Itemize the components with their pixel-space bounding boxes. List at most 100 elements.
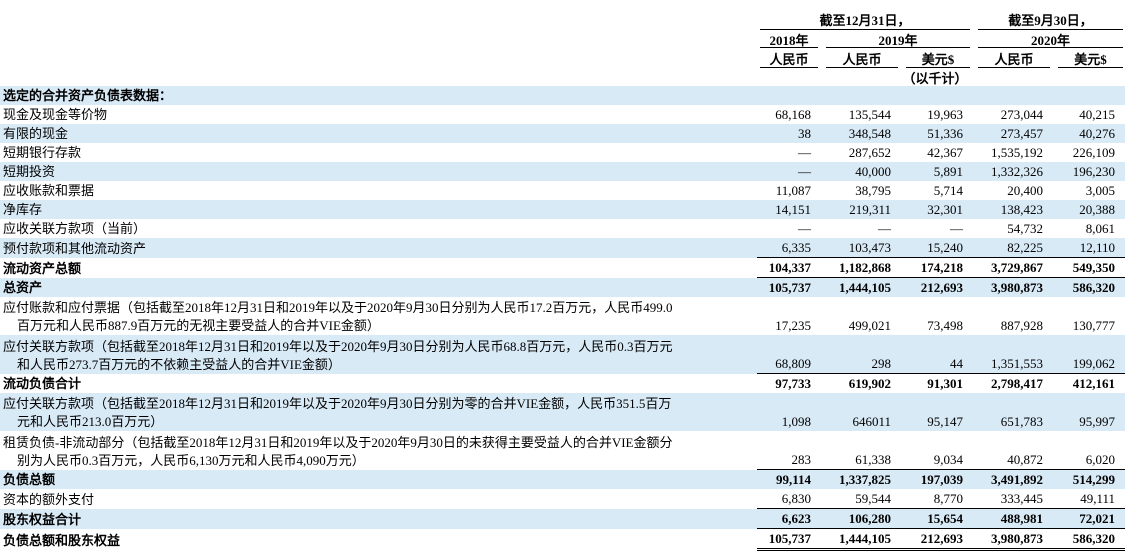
cell-value: 298 (821, 335, 901, 374)
cell-value: 32,301 (901, 200, 973, 219)
cell-value: 40,215 (1079, 107, 1115, 122)
cell-value: — (757, 162, 821, 181)
table-row: 净库存 14,151 219,311 32,301 138,423 20,388 (0, 200, 1125, 219)
table-row-total: 流动资产总额 104,337 1,182,868 174,218 3,729,8… (0, 257, 1125, 278)
table-row: 短期银行存款 — 287,652 42,367 1,535,192 226,10… (0, 143, 1125, 162)
table-row: 短期投资 — 40,000 5,891 1,332,326 196,230 (0, 162, 1125, 181)
cell-value: 38,795 (855, 183, 891, 198)
cell-value: 412,161 (1053, 373, 1125, 393)
cell-value: 196,230 (1053, 162, 1125, 181)
cell-value: 11,087 (775, 183, 811, 198)
cell-value: 15,240 (901, 238, 973, 258)
section-title: 选定的合并资产负债表数据： (0, 86, 757, 105)
cell-value: — (798, 145, 811, 160)
cell-value: 95,997 (1053, 393, 1125, 431)
cell-value: 1,098 (757, 393, 821, 431)
cell-value: 1,337,825 (821, 469, 901, 489)
cell-value: 651,783 (973, 393, 1053, 431)
row-label: 应付关联方款项（包括截至2018年12月31日和2019年以及于2020年9月3… (0, 335, 757, 374)
cell-value: 586,320 (1053, 277, 1125, 297)
cell-value: 549,350 (1053, 257, 1125, 278)
row-label: 有限的现金 (0, 124, 757, 143)
cell-value: 82,225 (973, 238, 1053, 258)
cell-value: 9,034 (933, 452, 963, 467)
cell-value: 2,798,417 (973, 373, 1053, 393)
cell-value: 1,182,868 (821, 257, 901, 278)
cell-value: 135,544 (848, 107, 891, 122)
cell-value: 1,351,553 (973, 335, 1053, 374)
cell-value: 333,445 (1000, 491, 1043, 506)
cell-value: 105,737 (757, 277, 821, 297)
header-col-usd-2019: 美元$ (921, 52, 955, 67)
header-col-rmb-2018: 人民币 (769, 52, 809, 67)
cell-value: 40,000 (821, 162, 901, 181)
table-row-total: 负债总额 99,114 1,337,825 197,039 3,491,892 … (0, 469, 1125, 489)
row-label-line2: 和人民币273.7百万元的不依赖主受益人的合并VIE金额） (17, 356, 341, 372)
cell-value: 95,147 (901, 393, 973, 431)
cell-value: 199,062 (1053, 335, 1125, 374)
cell-value: 3,980,873 (973, 528, 1053, 551)
row-label-line2: 百万元和人民币887.9百万元的无视主要受益人的合并VIE金额） (17, 318, 380, 333)
row-label: 现金及现金等价物 (3, 107, 108, 122)
table-row: 资本的额外支付 6,830 59,544 8,770 333,445 49,11… (0, 489, 1125, 509)
header-group-2019: 截至12月31日， (819, 13, 911, 28)
cell-value: 130,777 (1072, 318, 1115, 333)
row-label: 负债总额 (0, 469, 757, 489)
row-label-line1: 应付关联方款项（包括截至2018年12月31日和2019年以及于2020年9月3… (3, 396, 672, 411)
header-group-2020: 截至9月30日， (1008, 13, 1093, 28)
cell-value: 20,400 (1007, 183, 1043, 198)
cell-value: 219,311 (821, 200, 901, 219)
row-label-line2: 别为人民币0.3百万元，人民币6,130万元和人民币4,090万元） (17, 452, 365, 468)
cell-value: 1,332,326 (973, 162, 1053, 181)
header-col-rmb-2020: 人民币 (994, 52, 1034, 67)
cell-value: 586,320 (1053, 528, 1125, 551)
cell-value: 5,891 (901, 162, 973, 181)
cell-value: 14,151 (757, 200, 821, 219)
cell-value: 97,733 (757, 373, 821, 393)
row-label-line1: 应付关联方款项（包括截至2018年12月31日和2019年以及于2020年9月3… (3, 338, 673, 354)
cell-value: 3,729,867 (973, 257, 1053, 278)
cell-value: 12,110 (1053, 238, 1125, 258)
cell-value: 68,168 (775, 107, 811, 122)
section-title-row: 选定的合并资产负债表数据： (0, 86, 1125, 105)
cell-value: 104,337 (757, 257, 821, 278)
row-label: 短期投资 (0, 162, 757, 181)
header-unit-note: （以千计） (902, 71, 968, 86)
row-label: 应付关联方款项（包括截至2018年12月31日和2019年以及于2020年9月3… (0, 393, 757, 431)
table-row: 预付款项和其他流动资产 6,335 103,473 15,240 82,225 … (0, 238, 1125, 258)
cell-value: 1,535,192 (991, 145, 1043, 160)
table-header: 截至12月31日， 截至9月30日， 2018年 2019年 2020年 人民币… (0, 0, 1129, 86)
cell-value: 273,044 (1000, 107, 1043, 122)
row-label-line2: 元和人民币213.0百万元） (17, 414, 164, 429)
cell-value: 59,544 (855, 491, 891, 506)
table-row: 应付账款和应付票据（包括截至2018年12月31日和2019年以及于2020年9… (0, 297, 1125, 335)
table-row: 有限的现金 38 348,548 51,336 273,457 40,276 (0, 124, 1125, 143)
cell-value: 42,367 (927, 145, 963, 160)
cell-value: 54,732 (1007, 221, 1043, 236)
cell-value: 174,218 (901, 257, 973, 278)
cell-value: — (878, 221, 891, 236)
cell-value: 3,980,873 (973, 277, 1053, 297)
cell-value: 348,548 (821, 124, 901, 143)
cell-value: 488,981 (973, 508, 1053, 529)
cell-value: 6,830 (781, 491, 811, 506)
cell-value: 138,423 (973, 200, 1053, 219)
cell-value: 646011 (821, 393, 901, 431)
cell-value: 6,335 (757, 238, 821, 258)
row-label: 股东权益合计 (0, 508, 757, 529)
table-row: 应收关联方款项（当前） — — — 54,732 8,061 (0, 219, 1125, 238)
cell-value: 68,809 (757, 335, 821, 374)
cell-value: 99,114 (757, 469, 821, 489)
row-label: 流动负债合计 (3, 376, 82, 391)
row-label: 应收账款和票据 (3, 183, 95, 198)
cell-value: 226,109 (1072, 145, 1115, 160)
cell-value: 499,021 (848, 318, 891, 333)
cell-value: 20,388 (1053, 200, 1125, 219)
cell-value: — (798, 221, 811, 236)
cell-value: 5,714 (933, 183, 963, 198)
cell-value: 887,928 (1000, 318, 1043, 333)
row-label: 应收关联方款项（当前） (3, 221, 147, 236)
cell-value: 6,623 (757, 508, 821, 529)
cell-value: 103,473 (821, 238, 901, 258)
row-label: 预付款项和其他流动资产 (0, 238, 757, 258)
